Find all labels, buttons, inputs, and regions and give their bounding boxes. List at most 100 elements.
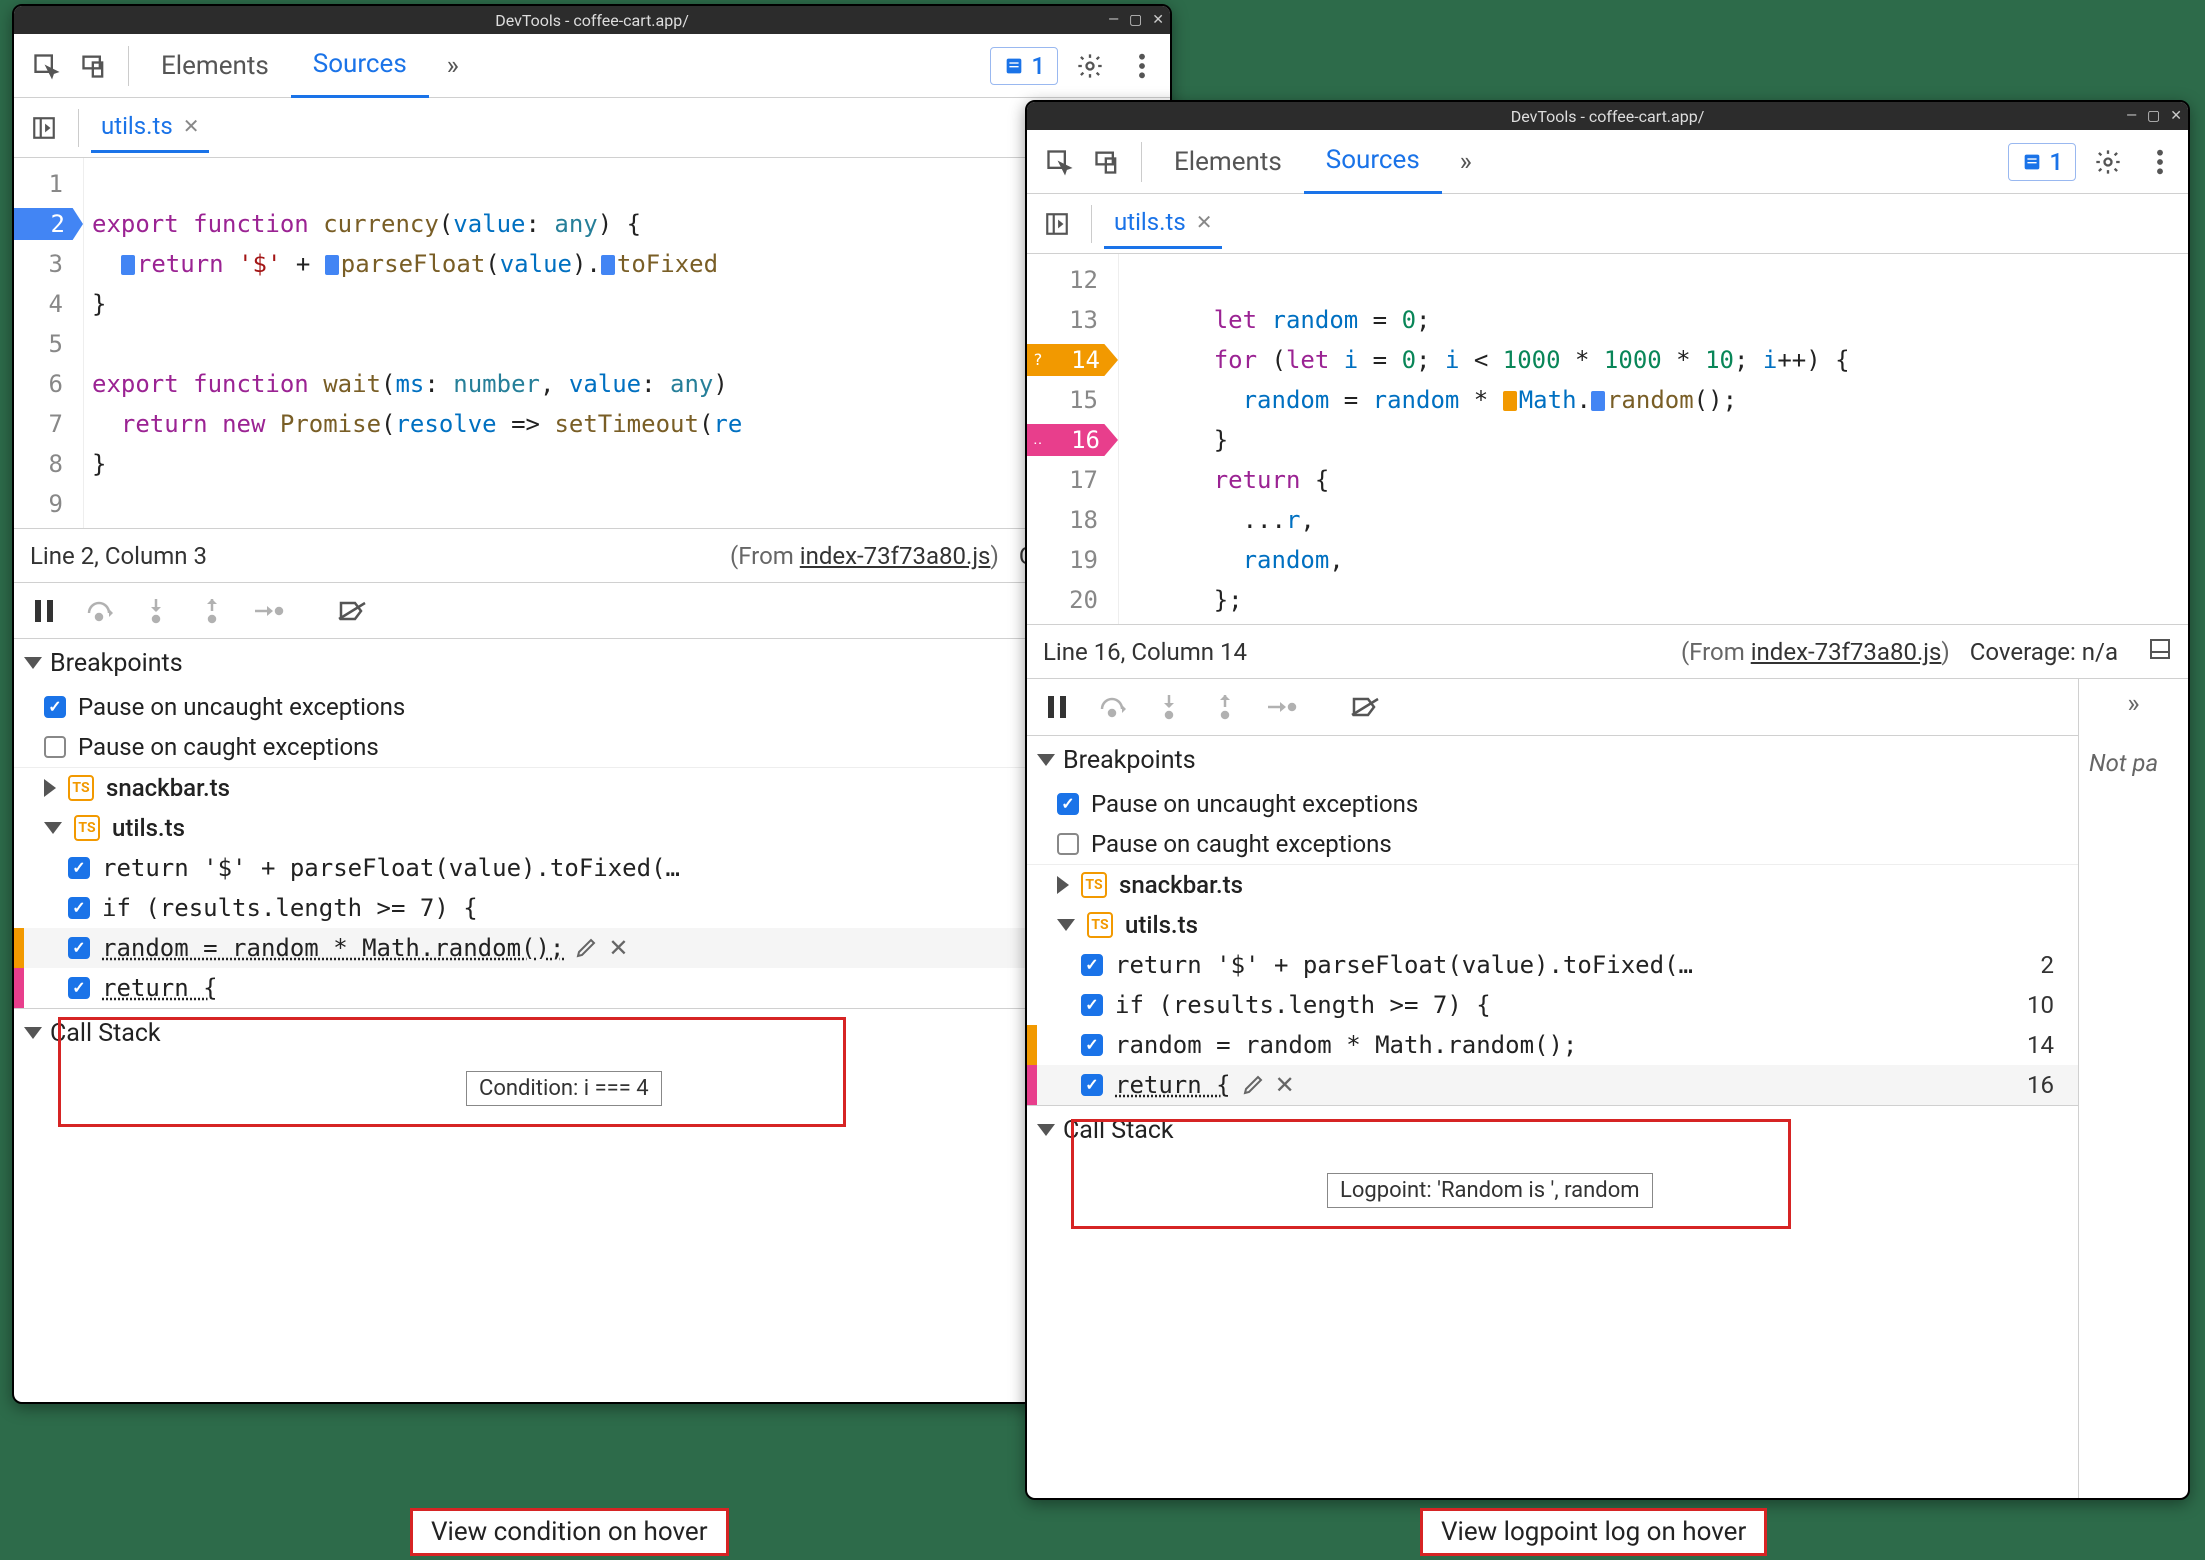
bp-checkbox[interactable] — [1081, 1074, 1103, 1096]
edit-icon[interactable] — [576, 934, 598, 962]
file-tab-label: utils.ts — [1114, 208, 1186, 236]
source-map-link[interactable]: index-73f73a80.js — [1751, 638, 1942, 666]
bp-checkbox[interactable] — [68, 977, 90, 999]
pause-icon[interactable] — [24, 591, 64, 631]
condition-tooltip: Condition: i === 4 — [466, 1071, 662, 1106]
minimize-icon[interactable]: — — [2126, 108, 2137, 124]
step-into-icon[interactable] — [1149, 687, 1189, 727]
close-tab-icon[interactable]: ✕ — [183, 114, 200, 138]
breakpoint-item[interactable]: if (results.length >= 7) { 10 — [1027, 985, 2078, 1025]
breakpoint-item[interactable]: return { 16 — [14, 968, 1170, 1008]
tab-elements[interactable]: Elements — [139, 35, 291, 97]
inspect-icon[interactable] — [22, 42, 70, 90]
bp-checkbox[interactable] — [1081, 1034, 1103, 1056]
device-icon[interactable] — [1083, 138, 1131, 186]
callstack-header[interactable]: Call Stack — [14, 1009, 1170, 1057]
issue-badge[interactable]: 1 — [2008, 143, 2076, 181]
maximize-icon[interactable]: ▢ — [1129, 12, 1142, 28]
file-tab-utils[interactable]: utils.ts ✕ — [91, 102, 209, 153]
remove-icon[interactable]: ✕ — [1275, 1071, 1295, 1099]
breakpoints-header[interactable]: Breakpoints — [1027, 736, 2078, 784]
expand-icon[interactable] — [44, 822, 62, 834]
file-tab-utils[interactable]: utils.ts ✕ — [1104, 198, 1222, 249]
source-map-link[interactable]: index-73f73a80.js — [800, 542, 991, 570]
device-icon[interactable] — [70, 42, 118, 90]
pause-caught-checkbox[interactable] — [1057, 833, 1079, 855]
pause-caught-checkbox[interactable] — [44, 736, 66, 758]
cursor-position: Line 16, Column 14 — [1043, 638, 1247, 666]
edit-icon[interactable] — [1243, 1071, 1265, 1099]
issue-badge[interactable]: 1 — [990, 47, 1058, 85]
code-content[interactable]: export function currency(value: any) { r… — [84, 158, 1170, 528]
bp-checkbox[interactable] — [1081, 994, 1103, 1016]
kebab-icon[interactable] — [2140, 148, 2180, 176]
caption-right: View logpoint log on hover — [1420, 1508, 1767, 1556]
more-tabs-icon[interactable]: » — [1442, 138, 1490, 186]
more-tabs-icon[interactable]: » — [429, 42, 477, 90]
title-text: DevTools - coffee-cart.app/ — [1511, 107, 1705, 126]
deactivate-breakpoints-icon[interactable] — [1345, 687, 1385, 727]
logpoint-tooltip: Logpoint: 'Random is ', random — [1327, 1173, 1653, 1208]
step-over-icon[interactable] — [80, 591, 120, 631]
step-out-icon[interactable] — [192, 591, 232, 631]
step-icon[interactable] — [248, 591, 288, 631]
debug-toolbar — [1027, 679, 2078, 735]
pause-uncaught-checkbox[interactable] — [44, 696, 66, 718]
bp-checkbox[interactable] — [68, 897, 90, 919]
ts-file-icon: TS — [1081, 872, 1107, 898]
code-content[interactable]: let random = 0; for (let i = 0; i < 1000… — [1119, 254, 2188, 624]
collapse-icon[interactable] — [1057, 876, 1069, 894]
title-text: DevTools - coffee-cart.app/ — [495, 11, 689, 30]
breakpoint-item[interactable]: random = random * Math.random(); ✕ 14 — [14, 928, 1170, 968]
titlebar: DevTools - coffee-cart.app/ — ▢ ✕ — [1027, 102, 2188, 130]
expand-panel-icon[interactable]: » — [2127, 689, 2139, 719]
titlebar: DevTools - coffee-cart.app/ — ▢ ✕ — [14, 6, 1170, 34]
bp-checkbox[interactable] — [68, 937, 90, 959]
devtools-window-1: DevTools - coffee-cart.app/ — ▢ ✕ Elemen… — [12, 4, 1172, 1404]
callstack-header[interactable]: Call Stack — [1027, 1106, 2078, 1154]
inspect-icon[interactable] — [1035, 138, 1083, 186]
caption-left: View condition on hover — [410, 1508, 729, 1556]
minimize-icon[interactable]: — — [1108, 12, 1119, 28]
breakpoint-item[interactable]: if (results.length >= 7) { 10 — [14, 888, 1170, 928]
deactivate-breakpoints-icon[interactable] — [332, 591, 372, 631]
file-tabs-bar: utils.ts ✕ — [14, 98, 1170, 158]
settings-icon[interactable] — [2088, 148, 2128, 176]
close-icon[interactable]: ✕ — [1152, 12, 1164, 28]
breakpoint-item[interactable]: return '$' + parseFloat(value).toFixed(…… — [14, 848, 1170, 888]
breakpoints-header[interactable]: Breakpoints — [14, 639, 1170, 687]
kebab-icon[interactable] — [1122, 52, 1162, 80]
tab-elements[interactable]: Elements — [1152, 131, 1304, 193]
issue-count: 1 — [1031, 52, 1045, 80]
breakpoint-item[interactable]: return '$' + parseFloat(value).toFixed(…… — [1027, 945, 2078, 985]
step-out-icon[interactable] — [1205, 687, 1245, 727]
show-navigator-icon[interactable] — [22, 115, 66, 141]
code-editor[interactable]: 1 2 3 4 5 6 7 8 9 export function curren… — [14, 158, 1170, 528]
tab-sources[interactable]: Sources — [1304, 129, 1442, 194]
remove-icon[interactable]: ✕ — [608, 934, 628, 962]
breakpoint-item[interactable]: random = random * Math.random(); 14 — [1027, 1025, 2078, 1065]
close-tab-icon[interactable]: ✕ — [1196, 210, 1213, 234]
bp-checkbox[interactable] — [68, 857, 90, 879]
expand-icon[interactable] — [1057, 919, 1075, 931]
breakpoint-item[interactable]: return { ✕ 16 — [1027, 1065, 2078, 1105]
bp-checkbox[interactable] — [1081, 954, 1103, 976]
coverage-toggle-icon[interactable] — [2148, 637, 2172, 667]
cursor-position: Line 2, Column 3 — [30, 542, 207, 570]
step-over-icon[interactable] — [1093, 687, 1133, 727]
step-icon[interactable] — [1261, 687, 1301, 727]
collapse-icon[interactable] — [44, 779, 56, 797]
debug-toolbar — [14, 582, 1170, 638]
status-bar: Line 2, Column 3 (From index-73f73a80.js… — [14, 528, 1170, 582]
expand-icon — [24, 657, 42, 669]
close-icon[interactable]: ✕ — [2170, 108, 2182, 124]
maximize-icon[interactable]: ▢ — [2147, 108, 2160, 124]
pause-icon[interactable] — [1037, 687, 1077, 727]
step-into-icon[interactable] — [136, 591, 176, 631]
show-navigator-icon[interactable] — [1035, 211, 1079, 237]
file-tabs-bar: utils.ts ✕ — [1027, 194, 2188, 254]
pause-uncaught-checkbox[interactable] — [1057, 793, 1079, 815]
code-editor[interactable]: 12 13 ?14 15 ‥16 17 18 19 20 let random … — [1027, 254, 2188, 624]
settings-icon[interactable] — [1070, 52, 1110, 80]
tab-sources[interactable]: Sources — [291, 33, 429, 98]
